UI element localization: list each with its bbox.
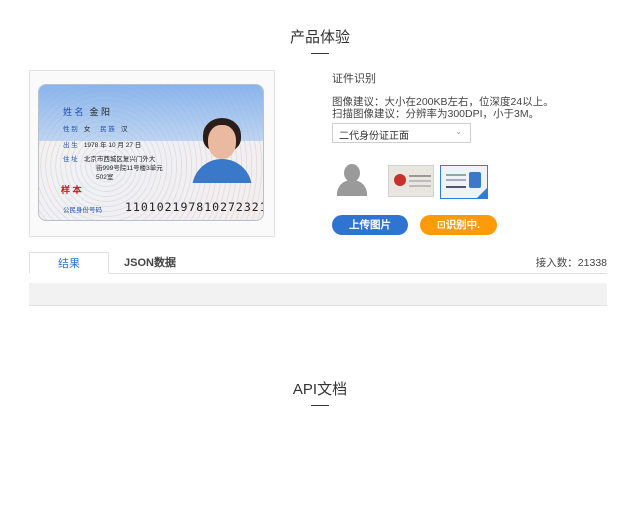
id-card-image: 姓 名金 阳 性 别女 民 族汉 出 生 1978 年 10 月 27 日 住 址… (38, 84, 264, 221)
panel-label: 证件识别 (332, 73, 376, 85)
title-underline (311, 53, 329, 54)
card-gender-label: 性 别 (63, 126, 78, 133)
id-card-back-thumbnail[interactable] (388, 165, 434, 197)
card-birth-row: 出 生 1978 年 10 月 27 日 (63, 139, 141, 149)
recognize-button[interactable]: ⊡识别中. (420, 215, 497, 235)
card-gender-row: 性 别女 民 族汉 (63, 123, 127, 133)
card-name-label: 姓 名 (63, 107, 84, 117)
tab-json-data[interactable]: JSON数据 (113, 252, 187, 274)
api-docs-title: API文档 (0, 378, 640, 406)
card-number-label: 公民身份号码 (63, 207, 102, 214)
recognize-button-label: 识别中. (445, 219, 481, 231)
card-address-label: 住 址 (63, 156, 78, 163)
avatar-placeholder-thumbnail[interactable] (334, 158, 370, 198)
portrait-body (192, 159, 252, 183)
card-type-select[interactable]: 二代身份证正面 ⌄ (332, 123, 471, 143)
result-tabs: 结果 JSON数据 接入数：21338 (29, 252, 607, 274)
card-text-lines (409, 175, 431, 177)
product-experience-title: 产品体验 (0, 26, 640, 54)
card-text-lines (446, 174, 466, 176)
sample-thumbnails (332, 162, 502, 202)
id-card-front-thumbnail[interactable] (440, 165, 488, 199)
avatar-shoulders-icon (337, 180, 367, 196)
card-birth-value: 1978 年 10 月 27 日 (83, 142, 142, 149)
chevron-down-icon: ⌄ (455, 127, 462, 136)
loading-icon: ⊡ (436, 219, 446, 231)
image-hint-line1: 图像建议：大小在200KB左右，位深度24以上。 (332, 96, 554, 108)
card-type-select-value: 二代身份证正面 (339, 131, 409, 142)
card-number-value: 110102197810272321 (125, 200, 264, 214)
result-content-area (29, 283, 607, 306)
card-name-row: 姓 名金 阳 (63, 105, 110, 118)
card-gender-value: 女 (83, 126, 91, 133)
portrait-photo (186, 111, 258, 183)
recognition-panel: 证件识别 图像建议：大小在200KB左右，位深度24以上。 扫描图像建议：分辨率… (332, 70, 612, 235)
card-address-line3-row: 502室 (96, 171, 113, 181)
card-ethnicity-value: 汉 (120, 126, 128, 133)
card-birth-label: 出 生 (63, 142, 78, 149)
title-underline (311, 405, 329, 406)
id-card-preview: 姓 名金 阳 性 别女 民 族汉 出 生 1978 年 10 月 27 日 住 址… (29, 70, 275, 237)
selected-check-icon (476, 187, 488, 199)
product-experience-title-text: 产品体验 (289, 29, 350, 46)
mini-portrait (469, 172, 481, 188)
image-hint-line2: 扫描图像建议：分辨率为300DPI，小于3M。 (332, 108, 540, 120)
upload-image-button[interactable]: 上传图片 (332, 215, 408, 235)
portrait-face (208, 125, 236, 159)
card-address-line3: 502室 (96, 174, 114, 181)
card-name-value: 金 阳 (89, 107, 111, 117)
card-ethnicity-label: 民 族 (100, 126, 115, 133)
image-hint: 图像建议：大小在200KB左右，位深度24以上。 扫描图像建议：分辨率为300D… (332, 96, 612, 120)
national-emblem-icon (394, 174, 406, 186)
sample-stamp: 样 本 (61, 185, 82, 195)
api-docs-title-text: API文档 (292, 381, 348, 398)
tab-result[interactable]: 结果 (29, 252, 109, 274)
access-count: 接入数：21338 (535, 257, 607, 269)
